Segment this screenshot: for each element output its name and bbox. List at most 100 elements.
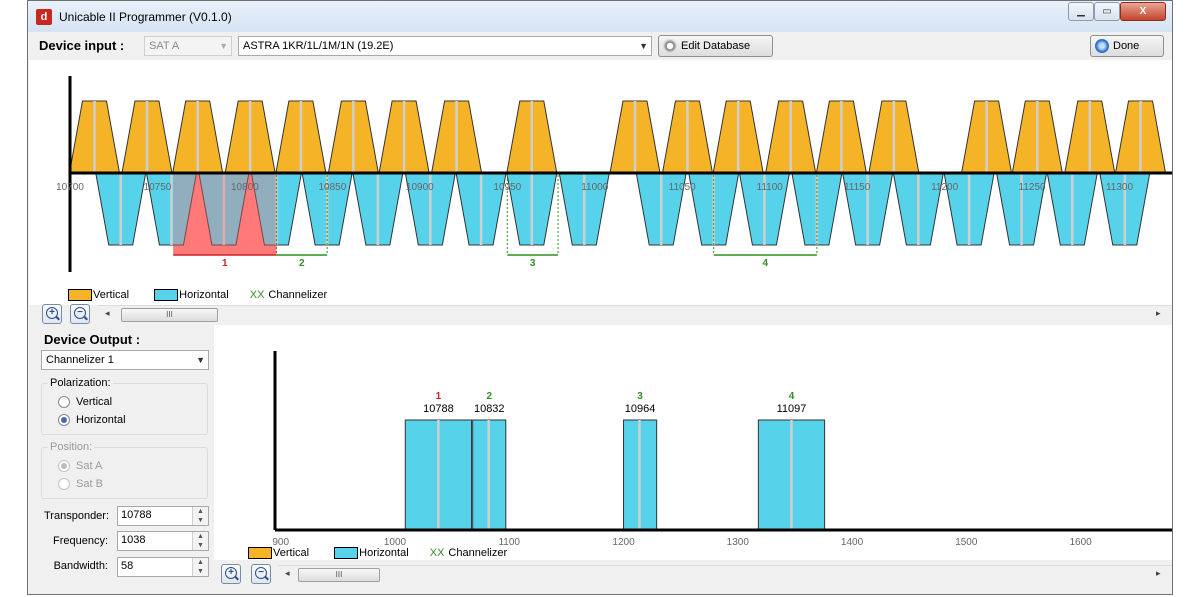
- legend-vertical-swatch: [68, 289, 92, 302]
- radio-vertical[interactable]: [58, 396, 70, 409]
- output-scrollbar[interactable]: ◂ III ▸: [278, 565, 1172, 583]
- polarization-horizontal-option[interactable]: Horizontal: [58, 414, 126, 427]
- output-channel-2-frequency: 10832: [474, 403, 505, 415]
- legend-channelizer-label: Channelizer: [448, 547, 508, 559]
- legend-channelizer-label: Channelizer: [268, 289, 328, 301]
- x-tick-label: 1300: [727, 537, 750, 548]
- bandwidth-spinner[interactable]: ▲ ▼: [192, 558, 208, 576]
- legend-vertical-label: Vertical: [273, 547, 310, 559]
- zoom-in-button[interactable]: +: [42, 304, 62, 324]
- legend-vertical-label: Vertical: [93, 289, 130, 301]
- legend-horizontal-swatch: [334, 547, 359, 560]
- scroll-thumb[interactable]: III: [121, 308, 218, 322]
- polarization-vertical-label: Vertical: [76, 396, 113, 408]
- app-logo-icon: d: [36, 9, 52, 25]
- edit-database-label: Edit Database: [681, 40, 751, 52]
- x-tick-label: 1400: [841, 537, 864, 548]
- done-button[interactable]: Done: [1090, 35, 1164, 57]
- chevron-down-icon: ▼: [219, 41, 228, 51]
- transponder-label: Transponder:: [44, 510, 110, 522]
- close-button[interactable]: X: [1120, 2, 1166, 21]
- position-title: Position:: [48, 441, 95, 453]
- zoom-out-button[interactable]: −: [251, 564, 271, 584]
- zoom-out-button[interactable]: −: [70, 304, 90, 324]
- output-channel-2-number: 2: [486, 391, 492, 402]
- frequency-label: Frequency:: [52, 535, 108, 547]
- channelizer-1-overlay: [173, 173, 277, 255]
- output-channel-1-frequency: 10788: [423, 403, 454, 415]
- minimize-button[interactable]: ▁: [1068, 2, 1094, 21]
- x-tick-label: 10950: [493, 182, 521, 193]
- transponder-input[interactable]: 10788 ▲ ▼: [117, 506, 209, 526]
- bandwidth-value: 58: [121, 560, 134, 572]
- x-tick-label: 11100: [757, 182, 784, 193]
- x-tick-label: 11050: [669, 182, 697, 193]
- legend-horizontal-label: Horizontal: [179, 289, 229, 301]
- transponder-spectrum-chart: 1 2 3 4 10700 10750 10800 10850 10900 10950 11000 1…: [56, 76, 1172, 272]
- zoom-in-button[interactable]: +: [221, 564, 241, 584]
- scroll-left-icon[interactable]: ◂: [105, 308, 110, 319]
- radio-sat-a: [58, 460, 70, 473]
- output-channel-3-number: 3: [637, 391, 643, 402]
- edit-database-button[interactable]: Edit Database: [658, 35, 773, 57]
- scroll-thumb[interactable]: III: [298, 568, 380, 582]
- transponder-spinner[interactable]: ▲ ▼: [192, 507, 208, 525]
- polarization-horizontal-label: Horizontal: [76, 414, 126, 426]
- scroll-left-icon[interactable]: ◂: [285, 568, 290, 579]
- output-channel-1-number: 1: [436, 391, 442, 402]
- channelizer-select-value: Channelizer 1: [46, 354, 114, 366]
- app-window: d Unicable II Programmer (V0.1.0) ▁ ▭ X …: [27, 0, 1173, 595]
- output-legend: Vertical Horizontal XX Channelizer: [248, 547, 508, 560]
- x-tick-label: 11200: [931, 182, 959, 193]
- polarization-group: Polarization: Vertical Horizontal: [41, 377, 208, 435]
- position-group: Position: Sat A Sat B: [41, 441, 208, 499]
- spectrum-scrollbar[interactable]: ◂ III ▸: [98, 305, 1172, 323]
- chevron-down-icon: ▼: [196, 355, 205, 365]
- x-tick-label: 10750: [144, 182, 172, 193]
- position-sat-a-label: Sat A: [76, 460, 103, 472]
- channelizer-select[interactable]: Channelizer 1 ▼: [41, 350, 209, 370]
- scroll-right-icon[interactable]: ▸: [1156, 308, 1161, 319]
- channelizer-3-label: 3: [530, 258, 536, 269]
- x-tick-label: 11150: [844, 182, 871, 193]
- frequency-value: 1038: [121, 534, 146, 546]
- maximize-button[interactable]: ▭: [1094, 2, 1120, 21]
- radio-sat-b: [58, 478, 70, 491]
- scroll-right-icon[interactable]: ▸: [1156, 568, 1161, 579]
- x-tick-label: 1200: [612, 537, 635, 548]
- legend-vertical-swatch: [248, 547, 272, 560]
- position-sat-b-label: Sat B: [76, 478, 103, 490]
- legend-channelizer-mark: XX: [249, 289, 265, 301]
- channelizer-1-label: 1: [222, 258, 228, 269]
- done-label: Done: [1113, 40, 1140, 52]
- device-input-label: Device input :: [39, 38, 125, 53]
- spectrum-legend: Vertical Horizontal XX Channelizer: [68, 289, 328, 302]
- bandwidth-input[interactable]: 58 ▲ ▼: [117, 557, 209, 577]
- transponder-value: 10788: [121, 509, 152, 521]
- output-channel-4-frequency: 11097: [777, 403, 807, 415]
- x-tick-label: 1500: [955, 537, 978, 548]
- satellite-select[interactable]: ASTRA 1KR/1L/1M/1N (19.2E) ▼: [238, 36, 652, 56]
- x-tick-label: 10900: [406, 182, 434, 193]
- x-tick-label: 10700: [56, 182, 84, 193]
- polarization-title: Polarization:: [48, 377, 113, 389]
- gear-icon: [663, 39, 677, 53]
- satellite-select-value: ASTRA 1KR/1L/1M/1N (19.2E): [243, 40, 394, 52]
- output-channel-4-number: 4: [789, 391, 795, 402]
- channelizer-4-label: 4: [763, 258, 769, 269]
- legend-horizontal-swatch: [154, 289, 179, 302]
- sat-select[interactable]: SAT A ▼: [144, 36, 232, 56]
- polarization-vertical-option[interactable]: Vertical: [58, 396, 113, 409]
- x-tick-label: 10850: [318, 182, 346, 193]
- radio-horizontal[interactable]: [58, 414, 70, 427]
- device-output-label: Device Output :: [44, 332, 141, 347]
- x-tick-label: 10800: [231, 182, 259, 193]
- output-channel-3-frequency: 10964: [625, 403, 656, 415]
- sat-select-value: SAT A: [149, 40, 180, 52]
- frequency-input[interactable]: 1038 ▲ ▼: [117, 531, 209, 551]
- channelizer-2-label: 2: [299, 258, 305, 269]
- x-tick-label: 11250: [1019, 182, 1047, 193]
- legend-horizontal-label: Horizontal: [359, 547, 409, 559]
- window-title: Unicable II Programmer (V0.1.0): [59, 10, 232, 24]
- frequency-spinner[interactable]: ▲ ▼: [192, 532, 208, 550]
